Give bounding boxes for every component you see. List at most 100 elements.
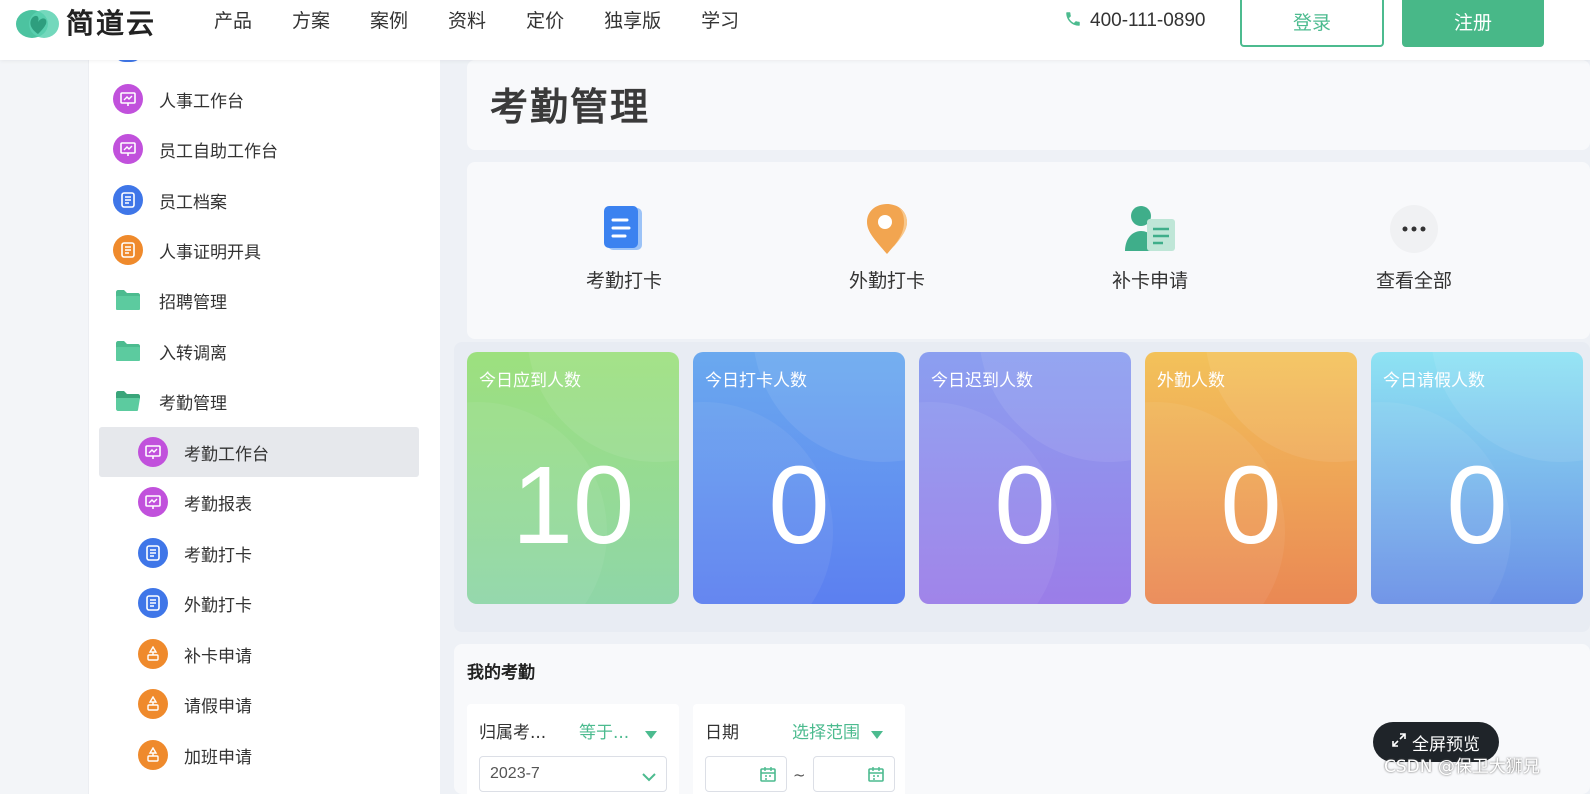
- select-value: 2023-7: [490, 765, 540, 782]
- folder-open-icon: [113, 386, 143, 416]
- nav-item-resource[interactable]: 资料: [448, 8, 486, 34]
- sidebar-item-label: 招聘管理: [159, 292, 227, 313]
- quick-action-label: 补卡申请: [1111, 270, 1188, 292]
- more-icon: [1387, 202, 1441, 256]
- phone-number: 400-111-0890: [1090, 10, 1206, 31]
- month-select[interactable]: 2023-7: [479, 756, 667, 792]
- quick-action-label: 查看全部: [1375, 270, 1452, 292]
- stat-value: 0: [768, 444, 830, 567]
- flow-icon: [138, 740, 168, 770]
- expand-icon: [1392, 732, 1406, 752]
- sidebar-item-attendance-folder[interactable]: 考勤管理: [113, 376, 227, 426]
- stat-value: 10: [511, 444, 635, 567]
- sidebar-item-label: 人事工作台: [159, 91, 244, 112]
- sidebar-item-hr-certificate[interactable]: 人事证明开具: [113, 225, 261, 275]
- login-button[interactable]: 登录: [1240, 0, 1384, 47]
- nav-item-learn[interactable]: 学习: [701, 8, 739, 34]
- sidebar-item-label: 考勤工作台: [184, 444, 269, 465]
- nav-item-product[interactable]: 产品: [214, 8, 252, 34]
- document-icon: [138, 588, 168, 618]
- top-navigation: 简道云 产品 方案 案例 资料 定价 独享版 学习 400-111-0890 登…: [0, 0, 1590, 60]
- sidebar-item-label: 人事证明开具: [159, 242, 261, 263]
- sidebar-item-label: 员工档案: [159, 192, 227, 213]
- sidebar-item-label: 外勤打卡: [184, 595, 252, 616]
- sidebar-item-clock-in[interactable]: 考勤打卡: [138, 528, 252, 578]
- filter-date: 日期 选择范围 ~: [693, 704, 905, 794]
- stat-card-clocked-in[interactable]: 今日打卡人数 0: [693, 352, 905, 604]
- sidebar-item-label: 入转调离: [159, 343, 227, 364]
- main-nav: 产品 方案 案例 资料 定价 独享版 学习: [214, 8, 779, 34]
- sidebar-item-label: 考勤管理: [159, 393, 227, 414]
- quick-action-field-clock-in[interactable]: 外勤打卡: [817, 202, 957, 293]
- filter-label: 归属考...: [479, 723, 547, 743]
- folder-icon: [113, 336, 143, 366]
- sidebar-item-label: 考勤报表: [184, 494, 252, 515]
- quick-action-label: 考勤打卡: [585, 270, 662, 292]
- stat-value: 0: [1220, 444, 1282, 567]
- date-start-input[interactable]: [705, 756, 787, 792]
- calendar-icon: [868, 767, 884, 787]
- quick-action-view-all[interactable]: 查看全部: [1344, 202, 1484, 293]
- sidebar-item-onboarding-transfer[interactable]: 入转调离: [113, 326, 227, 376]
- sidebar-item-employee-records[interactable]: 员工档案: [113, 175, 227, 225]
- logo[interactable]: 简道云: [14, 4, 156, 40]
- sidebar-item-field-clock-in[interactable]: 外勤打卡: [138, 578, 252, 628]
- logo-text: 简道云: [66, 7, 157, 40]
- chart-board-icon: [113, 134, 143, 164]
- chevron-down-icon: [642, 769, 656, 787]
- filter-operator[interactable]: 选择范围: [792, 718, 860, 743]
- title-card: 考勤管理: [467, 60, 1590, 150]
- filter-label: 日期: [705, 723, 739, 743]
- filter-operator[interactable]: 等于...: [579, 718, 629, 743]
- sidebar-item-leave-request[interactable]: 请假申请: [138, 679, 252, 729]
- page-title: 考勤管理: [490, 85, 651, 129]
- flow-icon: [138, 689, 168, 719]
- sidebar-item-attendance-report[interactable]: 考勤报表: [138, 477, 252, 527]
- document-icon: [113, 235, 143, 265]
- quick-action-clock-in[interactable]: 考勤打卡: [554, 202, 694, 293]
- sidebar-item-employee-self-service[interactable]: 员工自助工作台: [113, 124, 278, 174]
- sidebar-item-attendance-workbench[interactable]: 考勤工作台: [99, 427, 419, 477]
- stat-label: 今日迟到人数: [931, 371, 1033, 391]
- date-end-input[interactable]: [813, 756, 895, 792]
- sidebar-item-label: 加班申请: [184, 747, 252, 768]
- caret-down-icon[interactable]: [645, 724, 657, 743]
- sidebar: 人事工作台 员工自助工作台 员工档案 人事证明开具 招聘管理 入转调离 考勤管理…: [88, 50, 440, 794]
- stat-label: 今日应到人数: [479, 371, 581, 391]
- sidebar-item-makeup-request[interactable]: 补卡申请: [138, 629, 252, 679]
- main-content: 考勤管理 考勤打卡 外勤打卡 补卡申请 查看全部 今日应到人数 10 今日打卡人…: [440, 60, 1590, 794]
- flow-icon: [138, 639, 168, 669]
- chart-board-icon: [138, 437, 168, 467]
- stat-value: 0: [994, 444, 1056, 567]
- caret-down-icon[interactable]: [871, 724, 883, 743]
- phone-icon: [1064, 10, 1082, 32]
- sidebar-item-recruitment[interactable]: 招聘管理: [113, 275, 227, 325]
- phone-contact[interactable]: 400-111-0890: [1064, 8, 1206, 34]
- location-pin-icon: [860, 202, 914, 256]
- register-button[interactable]: 注册: [1402, 0, 1544, 47]
- user-card-icon: [1123, 202, 1177, 256]
- stat-card-expected[interactable]: 今日应到人数 10: [467, 352, 679, 604]
- nav-item-case[interactable]: 案例: [370, 8, 408, 34]
- watermark: CSDN @保卫大狮兄: [1384, 757, 1540, 777]
- stat-card-late[interactable]: 今日迟到人数 0: [919, 352, 1131, 604]
- stat-label: 今日请假人数: [1383, 371, 1485, 391]
- quick-actions: 考勤打卡 外勤打卡 补卡申请 查看全部: [467, 162, 1590, 339]
- stat-label: 今日打卡人数: [705, 371, 807, 391]
- calendar-icon: [760, 767, 776, 787]
- stat-value: 0: [1446, 444, 1508, 567]
- nav-item-solution[interactable]: 方案: [292, 8, 330, 34]
- stat-card-leave[interactable]: 今日请假人数 0: [1371, 352, 1583, 604]
- section-title: 我的考勤: [467, 663, 535, 683]
- nav-item-private[interactable]: 独享版: [604, 8, 661, 34]
- chart-board-icon: [113, 84, 143, 114]
- logo-icon: [14, 4, 62, 40]
- nav-item-pricing[interactable]: 定价: [526, 8, 564, 34]
- quick-action-makeup-request[interactable]: 补卡申请: [1080, 202, 1220, 293]
- sidebar-item-overtime-request[interactable]: 加班申请: [138, 730, 252, 780]
- quick-action-label: 外勤打卡: [848, 270, 925, 292]
- sidebar-item-label: 补卡申请: [184, 646, 252, 667]
- sidebar-item-hr-workbench[interactable]: 人事工作台: [113, 74, 244, 124]
- sidebar-item-label: 员工自助工作台: [159, 141, 278, 162]
- stat-card-field[interactable]: 外勤人数 0: [1145, 352, 1357, 604]
